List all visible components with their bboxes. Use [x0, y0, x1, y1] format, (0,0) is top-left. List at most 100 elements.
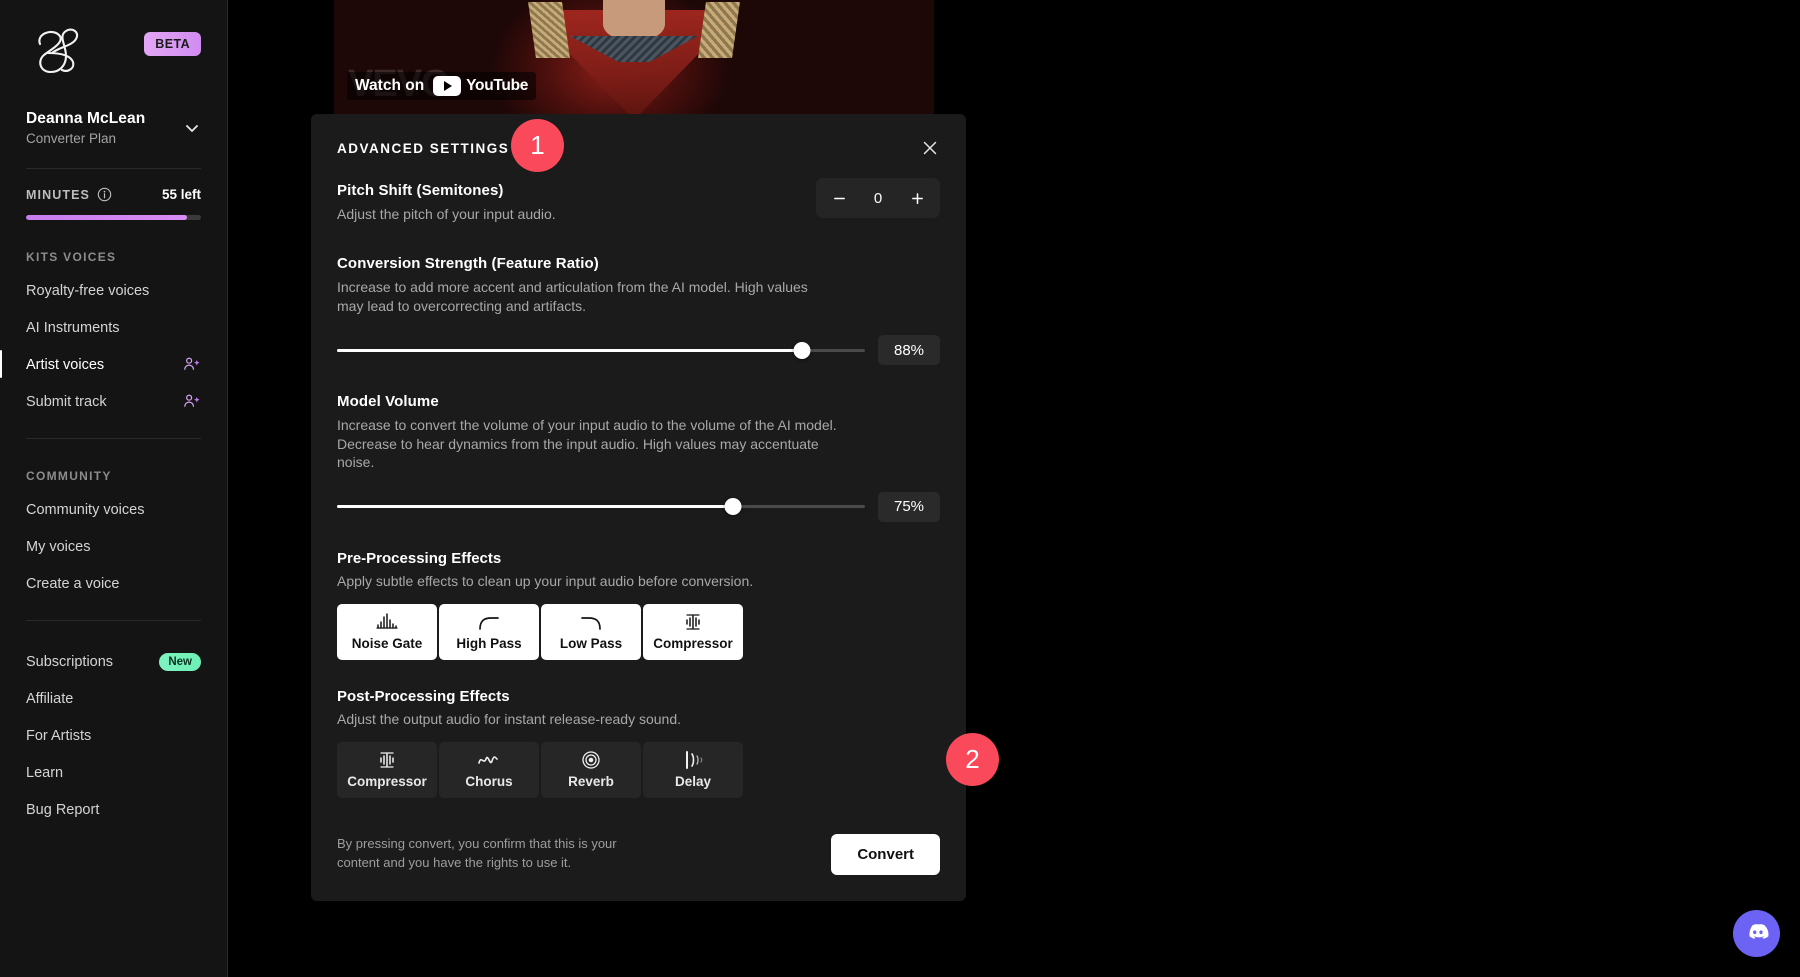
effect-button-reverb[interactable]: Reverb	[541, 741, 641, 798]
sidebar-item-ai-instruments[interactable]: AI Instruments	[26, 309, 201, 346]
effect-label: Chorus	[465, 774, 513, 790]
panel-header: ADVANCED SETTINGS	[311, 114, 966, 162]
effect-button-compressor[interactable]: Compressor	[643, 603, 743, 660]
slider-track-fill	[337, 505, 733, 509]
sidebar-item-community-voices[interactable]: Community voices	[26, 491, 201, 528]
user-sparkle-icon	[182, 392, 201, 411]
panel-wrapper: VEVO Watch on YouTube ADVANCED SETTINGS	[311, 0, 966, 901]
conversion-strength-description: Increase to add more accent and articula…	[337, 279, 808, 314]
user-info: Deanna McLean Converter Plan	[26, 110, 145, 146]
youtube-label: YouTube	[466, 77, 529, 94]
user-selector[interactable]: Deanna McLean Converter Plan	[26, 110, 201, 146]
chevron-down-icon	[183, 119, 201, 137]
compressor-icon	[680, 612, 706, 631]
sidebar-section: COMMUNITY Community voices My voices Create…	[0, 439, 227, 602]
user-sparkle-icon	[182, 355, 201, 374]
model-volume-description: Increase to convert the volume of your i…	[337, 417, 837, 471]
user-plan: Converter Plan	[26, 131, 117, 146]
model-volume-title: Model Volume	[337, 393, 439, 411]
effect-button-delay[interactable]: Delay	[643, 741, 743, 798]
info-icon[interactable]	[97, 187, 112, 202]
conversion-strength-value: 88%	[878, 335, 940, 366]
sidebar-item-artist-voices[interactable]: Artist voices	[0, 346, 201, 383]
sidebar-header: BETA Deanna McLean Converter Plan	[0, 0, 227, 169]
effect-button-low-pass[interactable]: Low Pass	[541, 603, 641, 660]
pitch-shift-text: Pitch Shift (Semitones) Adjust the pitch…	[337, 182, 556, 223]
pre-processing-effects: Noise Gate High Pass Low Pass Compressor	[337, 603, 940, 660]
sidebar-section-heading: KITS VOICES	[26, 250, 117, 264]
user-name: Deanna McLean	[26, 110, 146, 127]
sidebar-item-label: Learn	[26, 764, 64, 781]
sidebar-item-label: Create a voice	[26, 575, 120, 592]
pitch-increment-button[interactable]	[900, 183, 934, 213]
annotation-marker-1: 1	[511, 119, 564, 172]
effect-button-chorus[interactable]: Chorus	[439, 741, 539, 798]
slider-thumb[interactable]	[793, 341, 811, 359]
minutes-remaining: 55 left	[161, 187, 201, 202]
video-subject-skin	[603, 0, 665, 40]
sidebar-item-subscriptions[interactable]: Subscriptions New	[26, 643, 201, 680]
sidebar-item-for-artists[interactable]: For Artists	[26, 717, 201, 754]
delay-icon	[680, 750, 706, 769]
effect-button-high-pass[interactable]: High Pass	[439, 603, 539, 660]
beta-badge: BETA	[144, 32, 201, 56]
video-thumbnail[interactable]: VEVO Watch on YouTube	[334, 0, 934, 114]
pitch-decrement-button[interactable]	[822, 183, 856, 213]
conversion-strength-setting: Conversion Strength (Feature Ratio) Incr…	[337, 255, 940, 366]
chorus-icon	[475, 750, 503, 769]
youtube-play-icon	[433, 76, 462, 96]
post-processing-description: Adjust the output audio for instant rele…	[337, 710, 681, 727]
pre-processing-group: Pre-Processing Effects Apply subtle effe…	[337, 550, 940, 660]
effect-label: Delay	[674, 774, 712, 790]
pitch-shift-value[interactable]: 0	[860, 190, 896, 207]
effect-label: Reverb	[568, 774, 614, 790]
sidebar-section-heading: COMMUNITY	[26, 469, 112, 483]
sidebar-item-label: Affiliate	[26, 690, 74, 707]
panel-title: ADVANCED SETTINGS	[337, 140, 510, 156]
watch-on-youtube-button[interactable]: Watch on YouTube	[347, 72, 537, 100]
convert-button[interactable]: Convert	[831, 833, 940, 875]
effect-label: Noise Gate	[351, 636, 423, 652]
sidebar: BETA Deanna McLean Converter Plan MINUTE…	[0, 0, 228, 977]
youtube-logo: YouTube	[433, 76, 528, 96]
high-pass-icon	[476, 612, 502, 631]
sidebar-item-label: Subscriptions	[26, 653, 114, 670]
close-icon[interactable]	[920, 138, 940, 158]
effect-button-noise-gate[interactable]: Noise Gate	[337, 603, 437, 660]
sidebar-item-my-voices[interactable]: My voices	[26, 528, 201, 565]
advanced-settings-panel: ADVANCED SETTINGS Pitch Shift (Semitones…	[311, 114, 966, 901]
discord-chat-button[interactable]	[1733, 910, 1780, 957]
panel-body: Pitch Shift (Semitones) Adjust the pitch…	[311, 162, 966, 798]
sidebar-section: Subscriptions New Affiliate For Artists Lear…	[0, 621, 227, 828]
sidebar-item-learn[interactable]: Learn	[26, 754, 201, 791]
conversion-strength-slider[interactable]	[337, 341, 865, 359]
effect-label: Low Pass	[559, 636, 623, 652]
model-volume-setting: Model Volume Increase to convert the vol…	[337, 393, 940, 522]
logo-row: BETA	[26, 22, 201, 84]
conversion-strength-row: 88%	[337, 335, 940, 366]
pitch-shift-title: Pitch Shift (Semitones)	[337, 182, 504, 199]
kits-logo-icon	[26, 22, 88, 84]
sidebar-item-label: Bug Report	[26, 801, 100, 818]
pitch-shift-description: Adjust the pitch of your input audio.	[337, 206, 556, 222]
sidebar-item-royalty-free-voices[interactable]: Royalty-free voices	[26, 272, 201, 309]
low-pass-icon	[578, 612, 604, 631]
sidebar-item-label: Royalty-free voices	[26, 282, 150, 299]
watch-on-label: Watch on	[355, 77, 425, 94]
sidebar-item-affiliate[interactable]: Affiliate	[26, 680, 201, 717]
pitch-shift-header: Pitch Shift (Semitones) Adjust the pitch…	[337, 178, 940, 223]
sidebar-item-create-a-voice[interactable]: Create a voice	[26, 565, 201, 602]
sidebar-item-bug-report[interactable]: Bug Report	[26, 791, 201, 828]
reverb-icon	[579, 750, 603, 769]
model-volume-slider[interactable]	[337, 498, 865, 516]
slider-thumb[interactable]	[724, 498, 742, 516]
panel-footer: By pressing convert, you confirm that th…	[311, 810, 966, 901]
sidebar-item-label: AI Instruments	[26, 319, 120, 336]
post-processing-group: Post-Processing Effects Adjust the outpu…	[337, 688, 940, 798]
annotation-marker-2: 2	[946, 733, 999, 786]
post-processing-title: Post-Processing Effects	[337, 687, 510, 705]
effect-button-compressor[interactable]: Compressor	[337, 741, 437, 798]
conversion-strength-title: Conversion Strength (Feature Ratio)	[337, 255, 599, 273]
sidebar-item-submit-track[interactable]: Submit track	[26, 383, 201, 420]
